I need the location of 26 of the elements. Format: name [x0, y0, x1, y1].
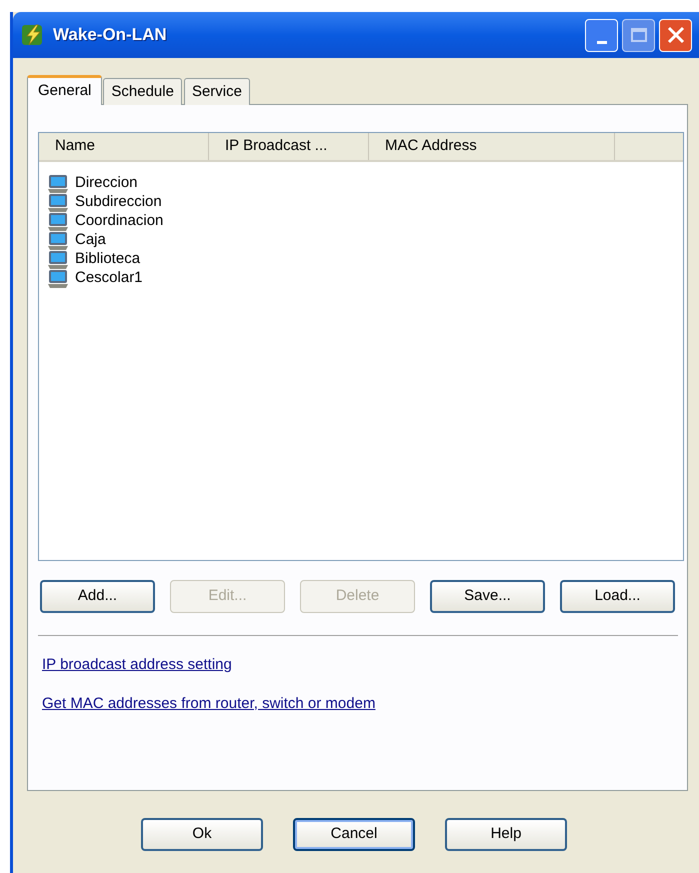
window-title: Wake-On-LAN	[53, 24, 167, 46]
column-header[interactable]: MAC Address	[385, 135, 477, 158]
column-header[interactable]: IP Broadcast ...	[225, 135, 328, 158]
computer-icon	[47, 174, 69, 194]
action-button[interactable]: Save...	[430, 580, 545, 613]
computer-icon	[47, 268, 69, 288]
link[interactable]: IP broadcast address setting	[42, 654, 232, 676]
computer-icon	[47, 250, 69, 270]
computer-icon	[47, 230, 69, 250]
tab[interactable]: Schedule	[103, 78, 182, 105]
maximize-button[interactable]	[622, 18, 655, 52]
tab[interactable]: General	[27, 75, 102, 105]
link[interactable]: Get MAC addresses from router, switch or modem	[42, 692, 376, 715]
column-header[interactable]: Name	[55, 135, 96, 158]
dialog-button[interactable]: Help	[445, 818, 567, 851]
minimize-button[interactable]	[585, 18, 618, 52]
close-button[interactable]	[659, 18, 692, 52]
action-button[interactable]: Add...	[40, 580, 155, 613]
dialog-button[interactable]: Ok	[141, 818, 263, 851]
computer-icon	[47, 212, 69, 232]
tab[interactable]: Service	[184, 78, 250, 105]
computer-icon	[47, 192, 69, 212]
dialog-button[interactable]: Cancel	[293, 818, 415, 851]
action-button[interactable]: Load...	[560, 580, 675, 613]
close-icon	[666, 25, 686, 45]
lightning-icon	[21, 23, 45, 47]
